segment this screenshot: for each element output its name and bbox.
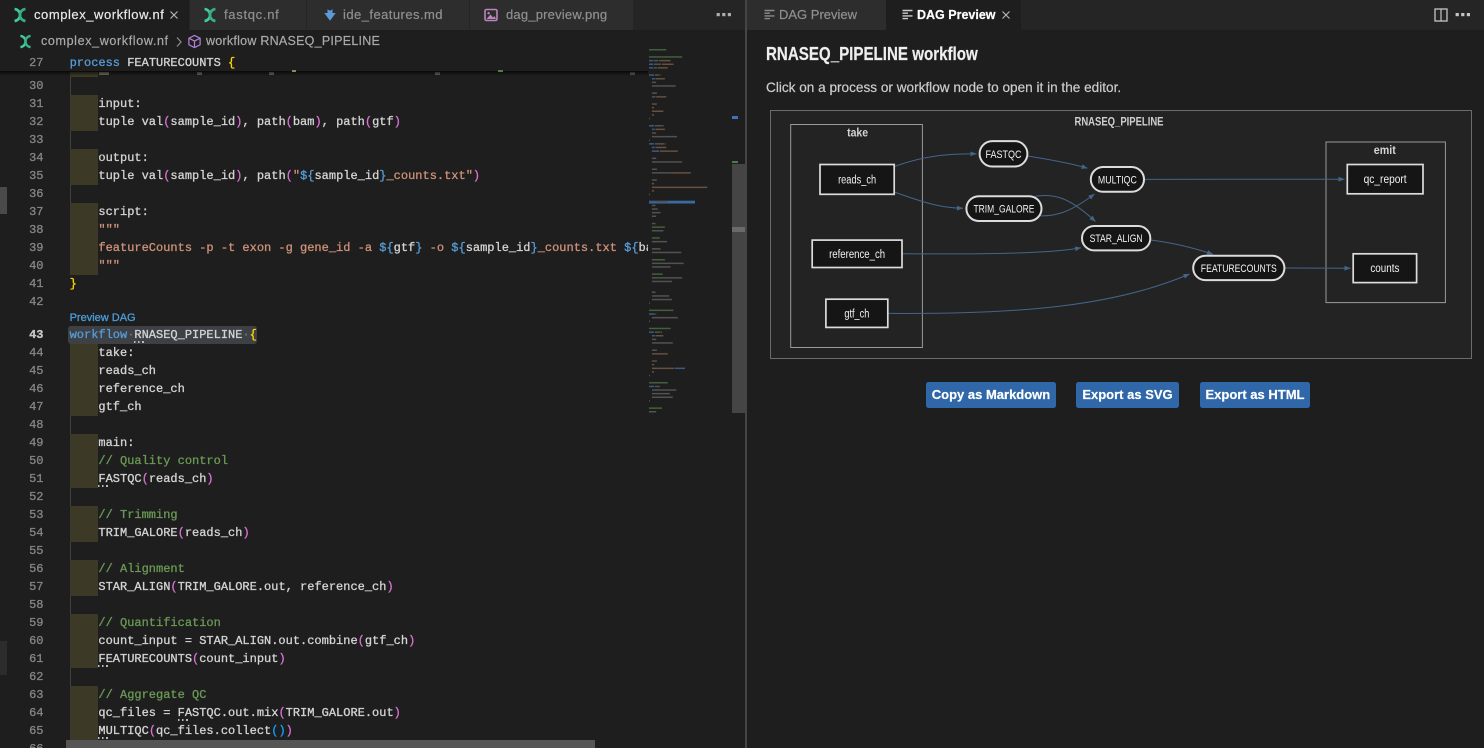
- svg-text:counts: counts: [1370, 263, 1399, 275]
- svg-text:MULTIQC: MULTIQC: [1098, 174, 1137, 186]
- svg-text:RNASEQ_PIPELINE: RNASEQ_PIPELINE: [1075, 115, 1164, 129]
- svg-text:reference_ch: reference_ch: [829, 249, 885, 261]
- svg-text:FASTQC: FASTQC: [986, 149, 1022, 161]
- svg-text:FEATURECOUNTS: FEATURECOUNTS: [1201, 263, 1277, 275]
- svg-text:gtf_ch: gtf_ch: [844, 308, 869, 320]
- svg-text:TRIM_GALORE: TRIM_GALORE: [973, 204, 1034, 216]
- svg-text:qc_report: qc_report: [1364, 174, 1408, 186]
- svg-text:reads_ch: reads_ch: [838, 174, 876, 186]
- svg-text:STAR_ALIGN: STAR_ALIGN: [1090, 233, 1143, 245]
- svg-text:take: take: [847, 126, 868, 140]
- svg-text:emit: emit: [1374, 143, 1396, 157]
